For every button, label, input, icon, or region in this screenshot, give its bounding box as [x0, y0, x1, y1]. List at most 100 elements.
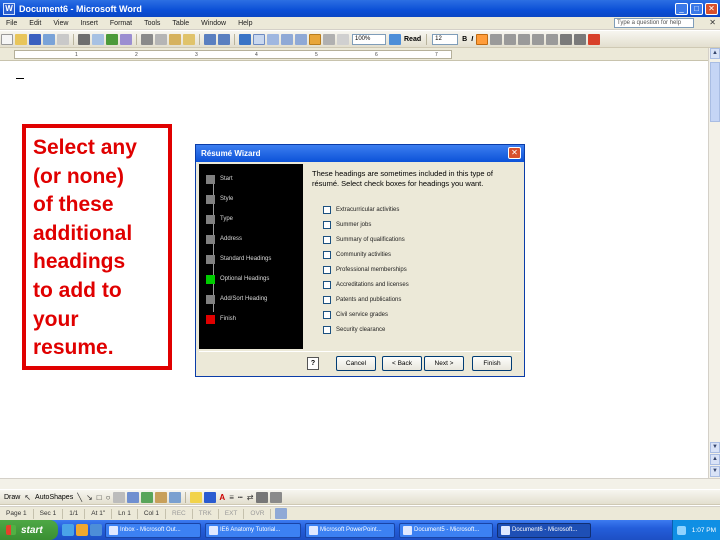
option-checkbox[interactable] — [323, 281, 331, 289]
close-document-icon[interactable]: ✕ — [709, 18, 716, 27]
option-checkbox[interactable] — [323, 266, 331, 274]
redo-icon[interactable] — [218, 33, 230, 45]
option-row[interactable]: Civil service grades — [323, 310, 388, 320]
spelling-icon[interactable] — [106, 33, 118, 45]
dash-style-icon[interactable]: ┅ — [238, 493, 243, 502]
undo-icon[interactable] — [204, 33, 216, 45]
font-size-select[interactable]: 12 — [432, 33, 459, 45]
tray-icon[interactable] — [677, 525, 686, 535]
outdent-icon[interactable] — [574, 33, 587, 45]
paste-icon[interactable] — [169, 33, 181, 45]
print-icon[interactable] — [78, 33, 90, 45]
align-center-icon[interactable] — [490, 33, 503, 45]
insert-table-icon[interactable] — [267, 33, 279, 45]
option-checkbox[interactable] — [323, 296, 331, 304]
autoshapes-menu[interactable]: AutoShapes — [35, 494, 73, 501]
menu-file[interactable]: File — [0, 20, 23, 27]
option-row[interactable]: Summer jobs — [323, 220, 371, 230]
next-page-button[interactable]: ▼ — [710, 466, 720, 477]
help-question-input[interactable]: Type a question for help — [614, 18, 694, 28]
font-color-icon[interactable] — [588, 33, 601, 45]
step-type[interactable]: Type — [206, 214, 233, 224]
email-icon[interactable] — [57, 33, 69, 45]
picture-icon[interactable] — [169, 491, 182, 503]
option-checkbox[interactable] — [323, 236, 331, 244]
scroll-down-button[interactable]: ▼ — [710, 442, 720, 453]
arrow-style-icon[interactable]: ⇄ — [247, 493, 254, 502]
option-row[interactable]: Summary of qualifications — [323, 235, 405, 245]
minimize-button[interactable]: _ — [675, 2, 688, 15]
option-row[interactable]: Community activities — [323, 250, 391, 260]
option-row[interactable]: Accreditations and licenses — [323, 280, 409, 290]
open-folder-icon[interactable] — [15, 33, 27, 45]
vertical-scrollbar[interactable]: ▲ ▼ ▲ ▼ — [708, 48, 720, 478]
step-address[interactable]: Address — [206, 234, 242, 244]
close-window-button[interactable]: ✕ — [705, 2, 718, 15]
step-finish[interactable]: Finish — [206, 314, 236, 324]
menu-view[interactable]: View — [47, 20, 74, 27]
outlook-quicklaunch-icon[interactable] — [76, 524, 88, 536]
step-add-sort-heading[interactable]: Add/Sort Heading — [206, 294, 267, 304]
taskbar-item[interactable]: Inbox - Microsoft Out... — [105, 522, 201, 538]
ruler-strip[interactable]: 1 2 3 4 5 6 7 — [14, 50, 452, 59]
status-trk[interactable]: TRK — [193, 508, 219, 519]
fill-color-icon[interactable] — [190, 491, 203, 503]
option-row[interactable]: Security clearance — [323, 325, 385, 335]
zoom-select[interactable]: 100% — [352, 33, 386, 45]
insert-excel-icon[interactable] — [281, 33, 293, 45]
oval-icon[interactable]: ○ — [106, 493, 111, 502]
taskbar-item-active[interactable]: Document6 - Microsoft... — [497, 522, 591, 538]
status-ovr[interactable]: OVR — [244, 508, 272, 519]
scroll-thumb[interactable] — [710, 62, 720, 122]
desktop-quicklaunch-icon[interactable] — [90, 524, 102, 536]
line-color-icon[interactable] — [204, 491, 217, 503]
tables-borders-icon[interactable] — [253, 33, 265, 45]
clip-art-icon[interactable] — [155, 491, 168, 503]
3d-style-icon[interactable] — [270, 491, 283, 503]
help-icon[interactable] — [389, 33, 401, 45]
line-style-icon[interactable]: ≡ — [229, 493, 234, 502]
start-button[interactable]: start — [0, 520, 58, 540]
step-standard-headings[interactable]: Standard Headings — [206, 254, 271, 264]
font-color-a-icon[interactable]: A — [219, 493, 225, 502]
dialog-close-button[interactable]: ✕ — [508, 147, 521, 159]
back-button[interactable]: < Back — [382, 356, 422, 371]
option-row[interactable]: Patents and publications — [323, 295, 401, 305]
option-checkbox[interactable] — [323, 326, 331, 334]
step-optional-headings[interactable]: Optional Headings — [206, 274, 269, 284]
drawing-icon[interactable] — [309, 33, 321, 45]
copy-icon[interactable] — [155, 33, 167, 45]
menu-edit[interactable]: Edit — [23, 20, 47, 27]
align-right-icon[interactable] — [504, 33, 517, 45]
option-row[interactable]: Extracurricular activities — [323, 205, 399, 215]
option-checkbox[interactable] — [323, 221, 331, 229]
bullets-icon[interactable] — [546, 33, 559, 45]
select-objects-icon[interactable]: ↖ — [24, 493, 31, 502]
permission-icon[interactable] — [43, 33, 55, 45]
save-icon[interactable] — [29, 33, 41, 45]
line-spacing-icon[interactable] — [518, 33, 531, 45]
ruler[interactable]: 1 2 3 4 5 6 7 — [0, 48, 720, 61]
status-rec[interactable]: REC — [166, 508, 193, 519]
align-left-icon[interactable] — [476, 33, 489, 45]
option-checkbox[interactable] — [323, 206, 331, 214]
cut-icon[interactable] — [141, 33, 153, 45]
step-start[interactable]: Start — [206, 174, 233, 184]
shadow-style-icon[interactable] — [256, 491, 269, 503]
format-painter-icon[interactable] — [183, 33, 195, 45]
wizard-help-button[interactable]: ? — [307, 357, 319, 370]
research-icon[interactable] — [120, 33, 132, 45]
taskbar-item[interactable]: IE6 Anatomy Tutorial... — [205, 522, 301, 538]
menu-insert[interactable]: Insert — [74, 20, 104, 27]
show-hide-icon[interactable] — [337, 33, 349, 45]
taskbar-item[interactable]: Document5 - Microsoft... — [399, 522, 493, 538]
option-checkbox[interactable] — [323, 311, 331, 319]
menu-help[interactable]: Help — [232, 20, 258, 27]
diagram-icon[interactable] — [141, 491, 154, 503]
option-row[interactable]: Professional memberships — [323, 265, 407, 275]
print-preview-icon[interactable] — [92, 33, 104, 45]
previous-page-button[interactable]: ▲ — [710, 454, 720, 465]
columns-icon[interactable] — [295, 33, 307, 45]
line-icon[interactable]: ╲ — [77, 493, 82, 502]
finish-button[interactable]: Finish — [472, 356, 512, 371]
